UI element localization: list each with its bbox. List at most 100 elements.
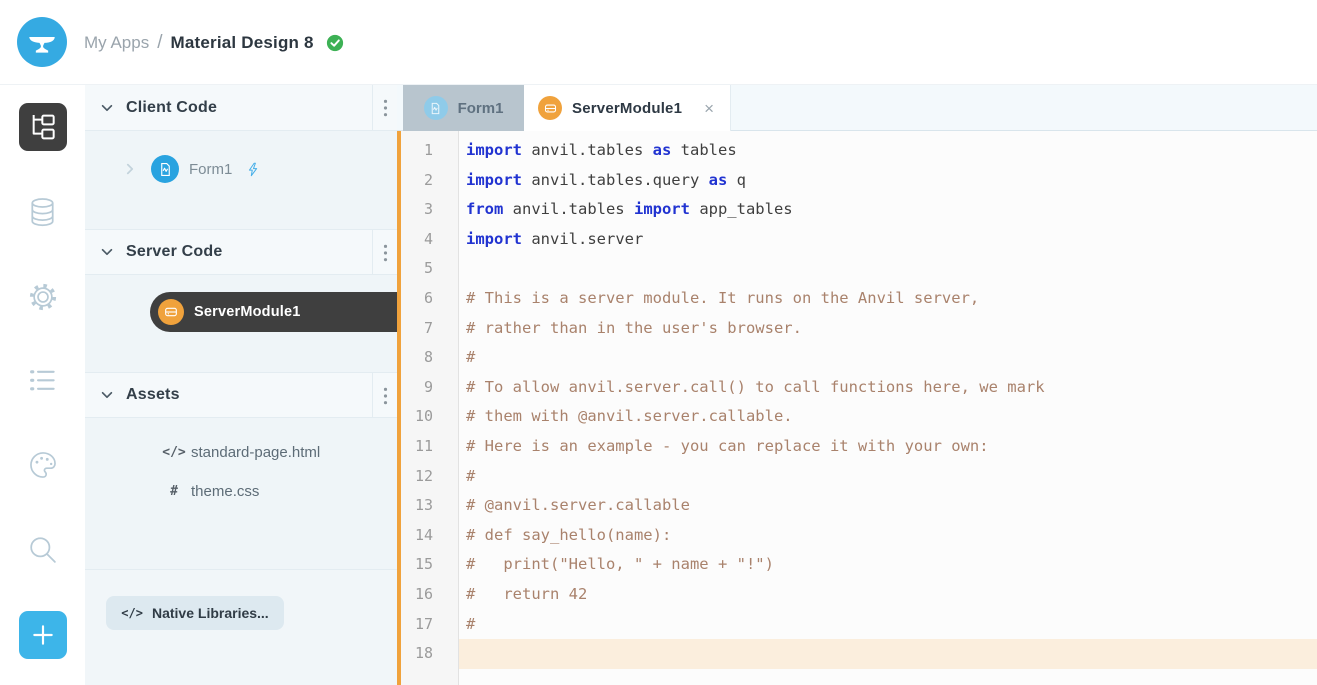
code-editor[interactable]: 1import anvil.tables as tables2import an… [397, 131, 1317, 685]
server-code-menu-button[interactable] [372, 230, 397, 275]
code-line-text[interactable]: # return 42 [459, 580, 1317, 610]
nav-bottom-area: </> Native Libraries... [85, 569, 397, 685]
search-button[interactable] [25, 532, 60, 567]
nav-item-servermodule1-selected[interactable]: ServerModule1 [150, 292, 397, 332]
form-icon [151, 155, 179, 183]
assets-items: </> standard-page.html # theme.css [85, 433, 397, 569]
line-number: 2 [397, 166, 459, 196]
editor-line: 16# return 42 [397, 580, 1317, 610]
editor-line: 15# print("Hello, " + name + "!") [397, 550, 1317, 580]
tab-form1-label: Form1 [458, 100, 504, 117]
tab-form1[interactable]: Form1 [403, 85, 524, 131]
code-line-text[interactable]: # [459, 343, 1317, 373]
code-line-text[interactable]: # def say_hello(name): [459, 521, 1317, 551]
database-icon [25, 195, 60, 230]
section-header-assets[interactable]: Assets [85, 372, 397, 418]
code-line-text[interactable]: import anvil.server [459, 225, 1317, 255]
tree-icon [27, 111, 59, 143]
code-line-text[interactable]: # [459, 462, 1317, 492]
app-browser-panel: Client Code Form1 [85, 85, 397, 685]
line-number: 12 [397, 462, 459, 492]
code-line-text[interactable]: # [459, 610, 1317, 640]
editor-line: 13# @anvil.server.callable [397, 491, 1317, 521]
section-header-client-code[interactable]: Client Code [85, 85, 397, 131]
editor-line: 5 [397, 254, 1317, 284]
line-number: 4 [397, 225, 459, 255]
code-line-text[interactable]: # @anvil.server.callable [459, 491, 1317, 521]
line-number: 3 [397, 195, 459, 225]
standard-page-label: standard-page.html [191, 444, 320, 461]
code-file-icon: </> [157, 445, 191, 460]
app-browser-button[interactable] [19, 103, 67, 151]
anvil-logo[interactable] [17, 17, 67, 67]
data-tables-button[interactable] [25, 195, 60, 230]
line-number: 6 [397, 284, 459, 314]
plus-icon [30, 622, 56, 648]
gear-icon [26, 280, 60, 314]
editor-line: 10# them with @anvil.server.callable. [397, 402, 1317, 432]
line-number: 16 [397, 580, 459, 610]
hash-file-icon: # [157, 484, 191, 499]
editor-line: 14# def say_hello(name): [397, 521, 1317, 551]
client-code-menu-button[interactable] [372, 85, 397, 130]
activity-bar [0, 85, 85, 685]
code-line-text[interactable]: import anvil.tables.query as q [459, 166, 1317, 196]
code-line-text[interactable] [459, 254, 1317, 284]
native-libraries-label: Native Libraries... [152, 605, 269, 621]
code-line-text[interactable]: import anvil.tables as tables [459, 136, 1317, 166]
breadcrumb: My Apps / Material Design 8 [84, 0, 344, 85]
theme-css-label: theme.css [191, 483, 259, 500]
code-line-text[interactable]: # them with @anvil.server.callable. [459, 402, 1317, 432]
section-header-server-code[interactable]: Server Code [85, 229, 397, 275]
code-line-text[interactable]: # print("Hello, " + name + "!") [459, 550, 1317, 580]
app-title: Material Design 8 [170, 33, 313, 53]
palette-icon [26, 448, 60, 482]
nav-item-standard-page[interactable]: </> standard-page.html [85, 433, 397, 472]
chevron-down-icon[interactable] [100, 245, 114, 259]
kebab-icon [383, 243, 388, 263]
breadcrumb-my-apps[interactable]: My Apps [84, 33, 149, 53]
tab-servermodule1-active[interactable]: ServerModule1 × [524, 85, 731, 131]
code-line-text[interactable]: # This is a server module. It runs on th… [459, 284, 1317, 314]
nav-item-form1[interactable]: Form1 [85, 149, 397, 189]
theme-button[interactable] [26, 448, 60, 482]
editor-line: 17# [397, 610, 1317, 640]
line-number: 10 [397, 402, 459, 432]
line-number: 7 [397, 314, 459, 344]
code-line-text[interactable]: # rather than in the user's browser. [459, 314, 1317, 344]
editor-line: 1import anvil.tables as tables [397, 136, 1317, 166]
code-brackets-icon: </> [121, 606, 143, 620]
assets-menu-button[interactable] [372, 373, 397, 418]
top-bar: My Apps / Material Design 8 [0, 0, 1317, 85]
form-icon [424, 96, 448, 120]
native-libraries-button[interactable]: </> Native Libraries... [106, 596, 284, 630]
logs-button[interactable] [26, 364, 60, 398]
breadcrumb-separator: / [157, 32, 162, 54]
assets-title: Assets [126, 386, 180, 404]
bolt-icon[interactable] [246, 160, 261, 179]
chevron-down-icon[interactable] [100, 388, 114, 402]
line-number: 11 [397, 432, 459, 462]
editor-line: 3from anvil.tables import app_tables [397, 195, 1317, 225]
chevron-down-icon[interactable] [100, 101, 114, 115]
code-line-text[interactable]: # Here is an example - you can replace i… [459, 432, 1317, 462]
nav-item-theme-css[interactable]: # theme.css [85, 472, 397, 511]
code-line-text[interactable]: # To allow anvil.server.call() to call f… [459, 373, 1317, 403]
server-code-items: ServerModule1 [85, 292, 397, 372]
editor-line: 9# To allow anvil.server.call() to call … [397, 373, 1317, 403]
line-number: 1 [397, 136, 459, 166]
form1-label: Form1 [189, 161, 232, 178]
chevron-right-icon[interactable] [123, 162, 137, 176]
line-number: 13 [397, 491, 459, 521]
add-button[interactable] [19, 611, 67, 659]
kebab-icon [383, 386, 388, 406]
code-line-text[interactable]: from anvil.tables import app_tables [459, 195, 1317, 225]
line-number: 14 [397, 521, 459, 551]
code-line-text[interactable] [459, 639, 1317, 669]
line-number: 5 [397, 254, 459, 284]
settings-button[interactable] [26, 280, 60, 314]
saved-check-icon [326, 34, 344, 52]
search-icon [25, 532, 60, 567]
close-icon[interactable]: × [704, 100, 714, 117]
client-code-title: Client Code [126, 99, 217, 117]
